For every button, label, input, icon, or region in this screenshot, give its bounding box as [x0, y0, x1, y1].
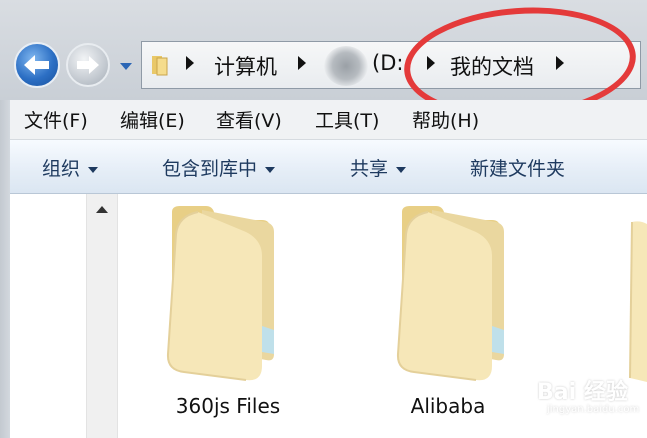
breadcrumb-separator-icon[interactable] [298, 56, 306, 70]
chevron-down-icon [265, 166, 276, 173]
watermark: Bai 经验 jingyan.baidu.com [497, 368, 647, 428]
folder-icon [152, 56, 168, 76]
share-button[interactable]: 共享 [350, 154, 407, 181]
breadcrumb-drive[interactable]: (D: [372, 51, 403, 75]
folder-icon [166, 206, 274, 381]
menu-file[interactable]: 文件(F) [24, 106, 88, 133]
menu-view[interactable]: 查看(V) [216, 106, 282, 133]
chevron-down-icon [396, 166, 407, 173]
command-bar: 组织 包含到库中 共享 新建文件夹 [10, 140, 647, 194]
drive-icon [324, 46, 368, 86]
share-label: 共享 [350, 158, 389, 180]
forward-button[interactable] [66, 43, 110, 87]
navigation-scrollbar[interactable] [86, 194, 118, 438]
chevron-down-icon [88, 166, 99, 173]
folder-icon[interactable] [626, 212, 647, 382]
menu-help[interactable]: 帮助(H) [412, 106, 479, 133]
include-in-library-label: 包含到库中 [162, 158, 258, 180]
new-folder-button[interactable]: 新建文件夹 [470, 154, 565, 181]
back-arrow-icon [24, 55, 49, 75]
window-frame [0, 100, 10, 438]
organize-label: 组织 [42, 158, 81, 180]
menu-bar: 文件(F) 编辑(E) 查看(V) 工具(T) 帮助(H) [10, 100, 647, 140]
back-button[interactable] [14, 42, 60, 88]
menu-tools[interactable]: 工具(T) [315, 106, 379, 133]
watermark-url: jingyan.baidu.com [547, 404, 640, 415]
menu-edit[interactable]: 编辑(E) [120, 106, 185, 133]
watermark-text: Bai 经验 [537, 380, 628, 405]
breadcrumb-separator-icon[interactable] [186, 56, 194, 70]
title-bar: 计算机 (D: 我的文档 [0, 0, 647, 126]
folder-icon [396, 206, 504, 381]
organize-button[interactable]: 组织 [42, 154, 99, 181]
include-in-library-button[interactable]: 包含到库中 [162, 154, 276, 181]
breadcrumb-computer[interactable]: 计算机 [214, 51, 277, 81]
forward-arrow-icon [77, 56, 99, 74]
recent-pages-dropdown-icon[interactable] [118, 58, 134, 74]
folder-name: 360js Files [175, 394, 281, 418]
scroll-up-icon[interactable] [96, 206, 108, 213]
navigation-pane[interactable] [10, 194, 86, 438]
